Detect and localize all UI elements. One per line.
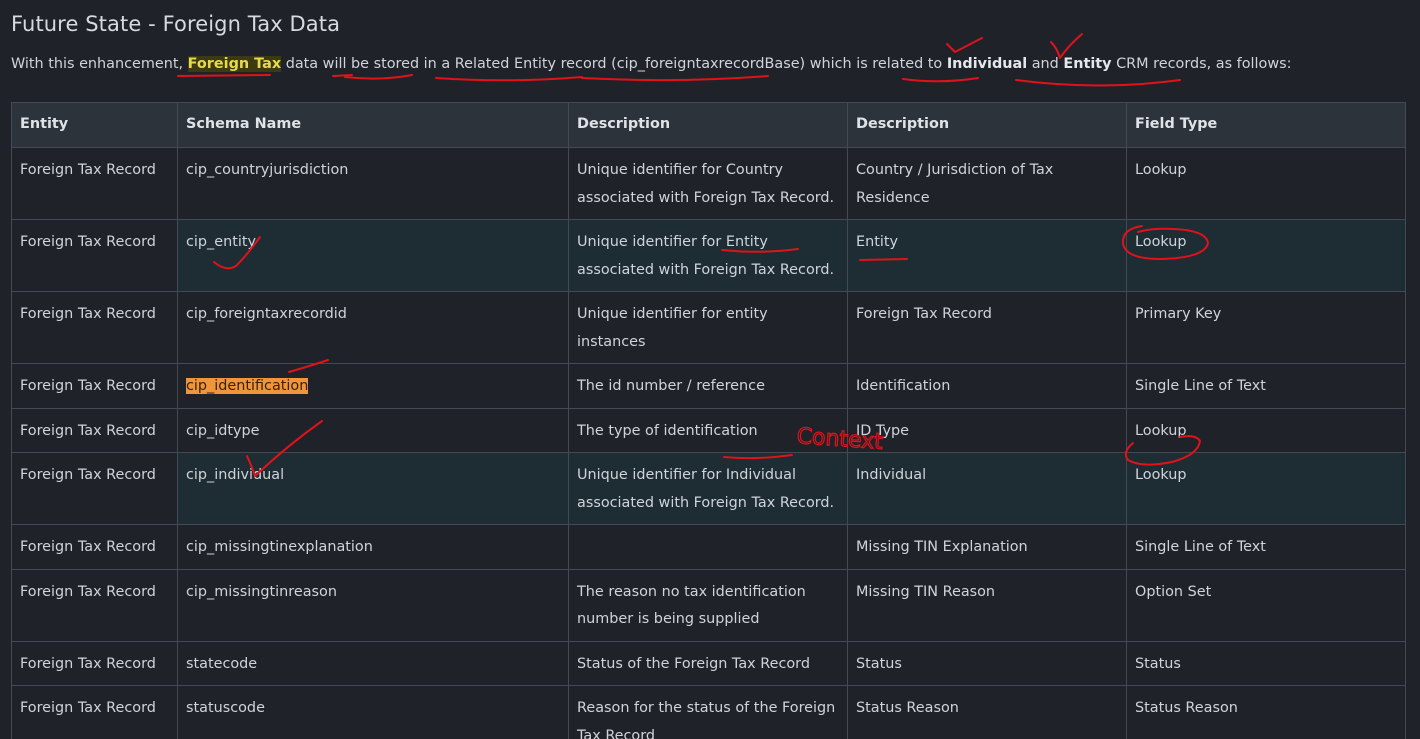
cell-entity: Foreign Tax Record <box>11 524 178 570</box>
cell-entity: Foreign Tax Record <box>11 685 178 739</box>
cell-description-2: Missing TIN Reason <box>847 568 1127 642</box>
cell-description: Unique identifier for Country associated… <box>568 147 848 220</box>
cell-field-type: Primary Key <box>1126 291 1406 364</box>
table-row: Foreign Tax Record cip_countryjurisdicti… <box>11 147 1406 220</box>
ink-underline-stored <box>344 74 413 80</box>
column-header-description: Description <box>568 102 848 148</box>
cell-entity: Foreign Tax Record <box>11 568 178 642</box>
cell-field-type: Lookup <box>1126 407 1406 453</box>
cell-description: Unique identifier for Entity associated … <box>568 219 848 292</box>
table-row: Foreign Tax Record statuscode Reason for… <box>11 685 1406 739</box>
cell-entity: Foreign Tax Record <box>11 407 178 453</box>
table-row: Foreign Tax Record cip_identification Th… <box>11 363 1406 409</box>
cell-schema-name: cip_entity <box>177 219 569 292</box>
bold-entity: Entity <box>1063 56 1112 72</box>
ink-underline-entity-crm <box>1015 79 1181 87</box>
ink-underline-foreign-tax <box>177 74 271 77</box>
cell-description: The id number / reference <box>568 363 848 409</box>
cell-field-type: Single Line of Text <box>1126 524 1406 570</box>
ink-underline-related-entity <box>435 76 583 82</box>
ink-underline-be <box>332 74 353 77</box>
column-header-schema-name: Schema Name <box>177 102 569 148</box>
bold-individual: Individual <box>946 56 1028 72</box>
cell-description-2: Missing TIN Explanation <box>847 524 1127 570</box>
cell-field-type: Lookup <box>1126 452 1406 525</box>
cell-schema-name: cip_countryjurisdiction <box>177 147 569 220</box>
cell-entity: Foreign Tax Record <box>11 363 178 409</box>
cell-field-type: Status <box>1126 640 1406 686</box>
cell-entity: Foreign Tax Record <box>11 640 178 686</box>
cell-schema-name: statecode <box>177 640 569 686</box>
table-row: Foreign Tax Record statecode Status of t… <box>11 640 1406 686</box>
cell-schema-name: cip_missingtinexplanation <box>177 524 569 570</box>
cell-schema-name: cip_foreigntaxrecordid <box>177 291 569 364</box>
cell-field-type: Lookup <box>1126 147 1406 220</box>
intro-text-3: CRM records, as follows: <box>1116 56 1292 72</box>
cell-description: Reason for the status of the Foreign Tax… <box>568 685 848 739</box>
cell-description: The reason no tax identification number … <box>568 568 848 642</box>
ink-check-individual <box>946 37 983 53</box>
cell-field-type: Lookup <box>1126 219 1406 292</box>
cell-description: Unique identifier for Individual associa… <box>568 452 848 525</box>
cell-description: Status of the Foreign Tax Record <box>568 640 848 686</box>
ink-underline-base <box>581 75 769 82</box>
table-row: Foreign Tax Record cip_missingtinreason … <box>11 568 1406 642</box>
table-row: Foreign Tax Record cip_individual Unique… <box>11 452 1406 525</box>
cell-description-2: Individual <box>847 452 1127 525</box>
table-row: Foreign Tax Record cip_missingtinexplana… <box>11 524 1406 570</box>
ink-underline-individual <box>902 77 979 83</box>
cell-schema-name: cip_individual <box>177 452 569 525</box>
cell-description: The type of identification <box>568 407 848 453</box>
highlight-foreign-tax: Foreign Tax <box>187 56 282 72</box>
foreign-tax-table: Entity Schema Name Description Descripti… <box>11 102 1406 739</box>
intro-text-1: With this enhancement, <box>11 56 184 72</box>
cell-description-2: Status <box>847 640 1127 686</box>
cell-schema-name: cip_idtype <box>177 407 569 453</box>
cell-schema-name: cip_missingtinreason <box>177 568 569 642</box>
cell-field-type: Status Reason <box>1126 685 1406 739</box>
column-header-description-2: Description <box>847 102 1127 148</box>
cell-description-2: ID Type <box>847 407 1127 453</box>
cell-schema-name: statuscode <box>177 685 569 739</box>
page-title: Future State - Foreign Tax Data <box>11 12 341 36</box>
cell-field-type: Option Set <box>1126 568 1406 642</box>
intro-text-2: data will be stored in a Related Entity … <box>285 56 943 72</box>
cell-description-2: Identification <box>847 363 1127 409</box>
cell-description-2: Status Reason <box>847 685 1127 739</box>
cell-schema-name: cip_identification <box>177 363 569 409</box>
cell-description <box>568 524 848 570</box>
table-row: Foreign Tax Record cip_idtype The type o… <box>11 407 1406 453</box>
cell-description-2: Foreign Tax Record <box>847 291 1127 364</box>
intro-paragraph: With this enhancement, Foreign Tax data … <box>11 56 1291 72</box>
cell-entity: Foreign Tax Record <box>11 291 178 364</box>
orange-highlight: cip_identification <box>186 378 309 394</box>
cell-entity: Foreign Tax Record <box>11 147 178 220</box>
intro-text-and: and <box>1031 56 1059 72</box>
column-header-entity: Entity <box>11 102 178 148</box>
table-row: Foreign Tax Record cip_entity Unique ide… <box>11 219 1406 292</box>
cell-field-type: Single Line of Text <box>1126 363 1406 409</box>
table-row: Foreign Tax Record cip_foreigntaxrecordi… <box>11 291 1406 364</box>
ink-check-entity <box>1050 33 1083 59</box>
cell-entity: Foreign Tax Record <box>11 452 178 525</box>
table-header-row: Entity Schema Name Description Descripti… <box>11 102 1406 148</box>
cell-description: Unique identifier for entity instances <box>568 291 848 364</box>
cell-entity: Foreign Tax Record <box>11 219 178 292</box>
cell-description-2: Country / Jurisdiction of Tax Residence <box>847 147 1127 220</box>
column-header-field-type: Field Type <box>1126 102 1406 148</box>
cell-description-2: Entity <box>847 219 1127 292</box>
